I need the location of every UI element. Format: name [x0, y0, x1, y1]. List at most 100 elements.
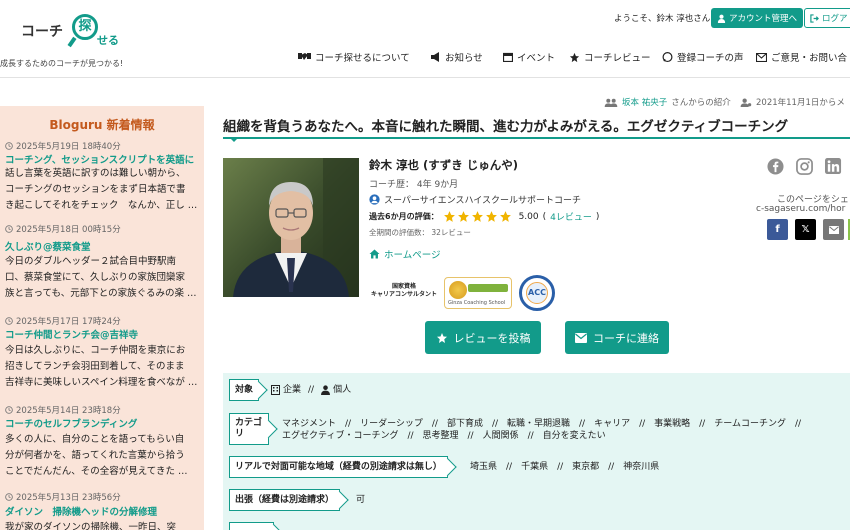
users-icon — [604, 98, 618, 107]
post-date: 2025年5月13日 23時56分 — [5, 491, 121, 503]
comment-icon — [662, 51, 673, 63]
post-title-link[interactable]: ダイソン 掃除機ヘッドの分解修理 — [5, 504, 201, 518]
account-button-label: アカウント管理へ — [729, 14, 798, 24]
star-icon — [569, 52, 580, 63]
welcome-text: ようこそ、鈴木 淳也さん — [614, 14, 711, 24]
logo-magnifier-icon: 探 — [72, 14, 98, 40]
target-values: 企業 // 個人 — [271, 384, 351, 396]
separator: // — [308, 385, 315, 395]
nav-item-reviews[interactable]: コーチレビュー — [569, 50, 651, 64]
nav-label: コーチレビュー — [584, 53, 651, 64]
share-email-button[interactable] — [823, 219, 844, 240]
title-underline — [223, 137, 850, 139]
header-divider — [0, 77, 850, 78]
category-line-2: エグゼクティブ・コーチング // 思考整理 // 人間関係 // 自分を変えたい — [282, 431, 606, 441]
linkedin-icon[interactable] — [825, 158, 842, 175]
rating-value: 5.00 — [518, 211, 539, 222]
ginza-ribbon — [468, 284, 508, 292]
introducer-suffix: さんからの紹介 — [671, 98, 731, 108]
logo-char: 探 — [78, 19, 92, 34]
total-reviews: 全期間の評価数： 32レビュー — [369, 228, 471, 237]
rating-stars — [443, 210, 512, 223]
ginza-emblem — [449, 281, 467, 299]
rating-label: 過去6か月の評価： — [369, 212, 439, 221]
badge-acc-text: ACC — [528, 288, 546, 297]
page-title: 組織を背負うあなたへ。本音に触れた瞬間、進む力がよみがえる。エグゼクティブコーチ… — [223, 119, 789, 135]
nav-label: ご意見・お問い合 — [771, 53, 848, 64]
logo-text-left: コーチ — [21, 24, 63, 40]
handshake-icon — [298, 52, 311, 62]
coach-school: スーパーサイエンスハイスクールサポートコーチ — [369, 193, 581, 206]
post-date: 2025年5月14日 23時18分 — [5, 404, 121, 416]
post-date: 2025年5月17日 17時24分 — [5, 315, 121, 327]
coach-info-box: 対象 企業 // 個人 カテゴリ マネジメント // リーダーシップ // 部下… — [223, 373, 850, 530]
nav-item-contact[interactable]: ご意見・お問い合 — [756, 50, 847, 64]
label-region: リアルで対面可能な地域（経費の別途請求は無し） — [229, 456, 448, 478]
contact-coach-button[interactable]: コーチに連絡 — [565, 321, 669, 354]
clock-icon — [5, 142, 13, 150]
clock-icon — [5, 317, 13, 325]
star-icon — [436, 332, 448, 344]
travel-value: 可 — [356, 495, 366, 505]
envelope-icon — [575, 332, 587, 343]
mail-icon — [756, 52, 767, 62]
badge-acc: ACC — [519, 275, 555, 311]
nav-item-voices[interactable]: 登録コーチの声 — [662, 50, 744, 64]
user-icon — [717, 14, 726, 23]
share-url: c-sagaseru.com/hor — [756, 204, 846, 214]
logo-magnifier-handle — [67, 36, 77, 48]
rating-row: 過去6か月の評価： 5.00 (4レビュー) — [369, 210, 599, 223]
badge-ginza: Ginza Coaching School — [444, 277, 512, 309]
homepage-link[interactable]: ホームページ — [369, 247, 441, 261]
person-icon — [321, 385, 331, 395]
nav-label: 登録コーチの声 — [677, 53, 744, 64]
post-title-link[interactable]: コーチのセルフブランディング — [5, 416, 201, 430]
account-button[interactable]: アカウント管理へ — [711, 8, 804, 28]
facebook-icon[interactable] — [767, 158, 784, 175]
star-icon — [485, 211, 497, 222]
logout-icon — [810, 13, 819, 23]
calendar-icon — [503, 52, 513, 62]
instagram-icon[interactable] — [796, 158, 813, 175]
star-icon — [471, 211, 483, 222]
nav-label: お知らせ — [445, 53, 483, 64]
post-title-link[interactable]: 久しぶり@蔡菜食堂 — [5, 239, 201, 253]
label-travel: 出張（経費は別途請求） — [229, 489, 341, 511]
share-facebook-button[interactable]: f — [767, 219, 788, 240]
label-category: カテゴリ — [229, 413, 269, 445]
nav-item-about[interactable]: コーチ探せるについて — [298, 50, 410, 64]
home-icon — [369, 249, 380, 259]
share-x-button[interactable]: 𝕏 — [795, 219, 816, 240]
post-title-link[interactable]: コーチング、セッションスクリプトを英語に — [5, 152, 201, 166]
introducer-link[interactable]: 坂本 祐央子 — [622, 96, 667, 108]
user-cog-icon — [740, 98, 752, 107]
rating-reviews-link[interactable]: 4レビュー — [550, 210, 592, 223]
post-excerpt: 今日は久しぶりに、コーチ仲間を東京にお 招きしてランチ会羽田到着して、そのまま … — [5, 345, 198, 388]
badge-ginza-text: Ginza Coaching School — [448, 300, 506, 306]
nav-label: コーチ探せるについて — [315, 53, 410, 64]
user-circle-icon — [369, 194, 380, 205]
post-excerpt: 多くの人に、自分のことを語ってもらい自 分が何者かを、語ってくれた言葉から拾う … — [5, 434, 188, 477]
star-icon — [457, 211, 469, 222]
rating-close-paren: ) — [595, 211, 600, 222]
nav-item-events[interactable]: イベント — [503, 50, 555, 64]
category-line-1: マネジメント // リーダーシップ // 部下育成 // 転職・早期退職 // … — [282, 419, 802, 429]
logout-button[interactable]: ログア — [804, 8, 850, 28]
bloguru-sidebar: Bloguru 新着情報 2025年5月19日 18時40分 コーチング、セッシ… — [0, 106, 204, 530]
rating-open-paren: ( — [542, 211, 547, 222]
post-date: 2025年5月18日 00時15分 — [5, 223, 121, 235]
post-excerpt: 我が家のダイソンの掃除機、一昨日、突 — [5, 522, 177, 530]
introducer-line: 坂本 祐央子 さんからの紹介 — [604, 96, 731, 108]
registered-date: 2021年11月1日からメ — [740, 96, 845, 108]
clock-icon — [5, 406, 13, 414]
nav-item-news[interactable]: お知らせ — [430, 50, 483, 64]
logout-button-label: ログア — [822, 14, 848, 24]
post-review-button[interactable]: レビューを投稿 — [425, 321, 541, 354]
post-title-link[interactable]: コーチ仲間とランチ会@吉祥寺 — [5, 327, 201, 341]
megaphone-icon — [430, 52, 441, 62]
site-logo[interactable]: コーチ 探 せる — [18, 10, 128, 52]
building-icon — [271, 385, 280, 395]
clock-icon — [5, 493, 13, 501]
label-target: 対象 — [229, 379, 260, 401]
clock-icon — [5, 225, 13, 233]
